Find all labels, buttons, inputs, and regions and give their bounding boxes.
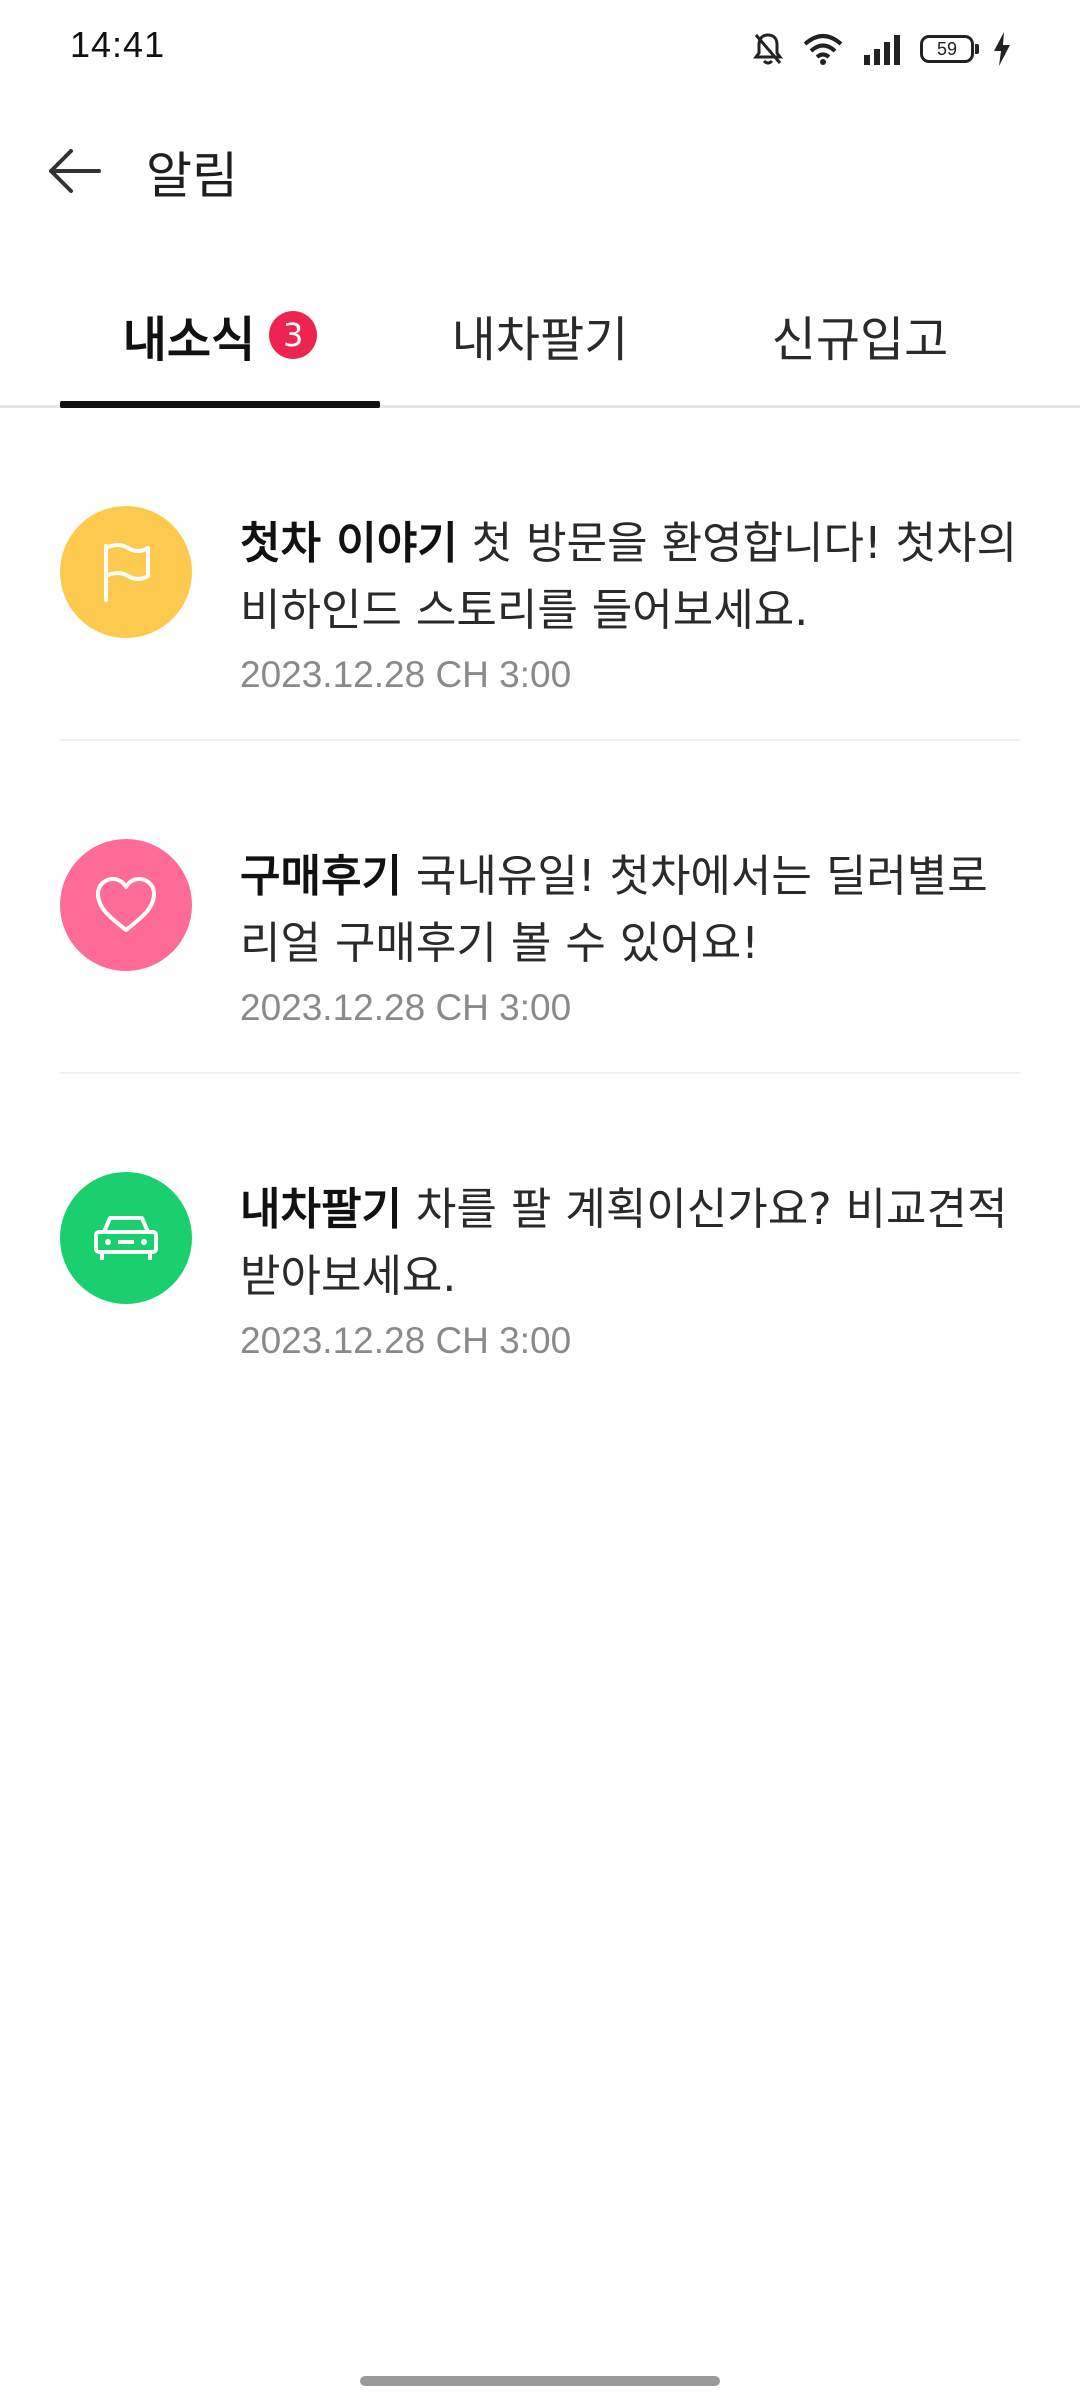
charging-icon [994,32,1010,66]
tab-my-news[interactable]: 내소식 3 [60,262,380,408]
notification-item[interactable]: 첫차 이야기 첫 방문을 환영합니다! 첫차의 비하인드 스토리를 들어보세요.… [60,408,1020,741]
car-icon [94,1216,158,1260]
arrow-left-icon [49,149,101,193]
notification-text: 내차팔기 차를 팔 계획이신가요? 비교견적 받아보세요. [240,1176,1030,1310]
status-bar: 14:41 59 [0,0,1080,96]
notification-list: 첫차 이야기 첫 방문을 환영합니다! 첫차의 비하인드 스토리를 들어보세요.… [0,408,1080,1407]
notification-category: 내차팔기 [240,1184,402,1235]
notification-date: 2023.12.28 CH 3:00 [240,654,572,695]
notification-item[interactable]: 내차팔기 차를 팔 계획이신가요? 비교견적 받아보세요. 2023.12.28… [60,1074,1020,1407]
tab-bar: 내소식 3 내차팔기 신규입고 [0,262,1080,408]
notification-count-badge: 3 [269,311,318,359]
heart-icon [96,877,156,932]
notification-item[interactable]: 구매후기 국내유일! 첫차에서는 딜러별로 리얼 구매후기 볼 수 있어요! 2… [60,741,1020,1074]
page-title: 알림 [146,147,238,205]
notification-date: 2023.12.28 CH 3:00 [240,987,572,1028]
status-time: 14:41 [70,24,166,65]
flag-icon [104,543,150,602]
notification-icon-circle [60,839,192,971]
bell-off-icon [753,33,783,65]
notification-text: 구매후기 국내유일! 첫차에서는 딜러별로 리얼 구매후기 볼 수 있어요! [240,843,1030,977]
notification-icon-circle [60,1172,192,1304]
tab-label: 신규입고 [771,312,949,368]
notification-icon-circle [60,506,192,638]
signal-icon [864,35,900,65]
home-indicator[interactable] [360,2376,720,2386]
status-icons: 59 [752,28,1012,70]
notification-text: 첫차 이야기 첫 방문을 환영합니다! 첫차의 비하인드 스토리를 들어보세요. [240,510,1030,644]
notification-date: 2023.12.28 CH 3:00 [240,1320,572,1361]
notification-category: 구매후기 [240,851,402,902]
notification-category: 첫차 이야기 [240,518,458,569]
tab-sell-my-car[interactable]: 내차팔기 [380,262,700,408]
tab-label: 내차팔기 [451,312,629,368]
back-button[interactable] [42,138,108,204]
tab-new-arrivals[interactable]: 신규입고 [700,262,1020,408]
wifi-icon [803,34,843,65]
battery-icon: 59 [920,35,979,63]
tab-label: 내소식 [122,312,256,368]
active-tab-indicator [60,401,380,408]
battery-level: 59 [936,39,958,59]
app-header: 알림 [0,110,1080,230]
